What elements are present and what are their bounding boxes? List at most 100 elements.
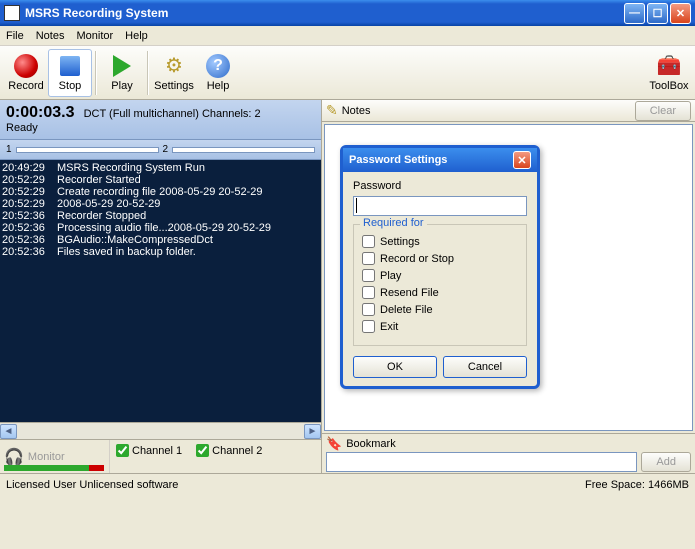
- settings-button[interactable]: Settings: [152, 49, 196, 97]
- channel2-label: Channel 2: [212, 445, 262, 457]
- stop-label: Stop: [59, 80, 82, 92]
- elapsed-time: 0:00:03.3: [6, 104, 75, 121]
- app-icon: ▪: [4, 5, 20, 21]
- notes-title: Notes: [342, 105, 371, 117]
- text-cursor: [356, 198, 357, 213]
- ch1-label: 1: [6, 144, 12, 155]
- req-play-checkbox[interactable]: Play: [362, 269, 518, 282]
- menu-file[interactable]: File: [6, 30, 24, 42]
- log-message: 2008-05-29 20-52-29: [57, 198, 160, 210]
- minimize-button[interactable]: —: [624, 3, 645, 24]
- menu-monitor[interactable]: Monitor: [76, 30, 113, 42]
- add-bookmark-button[interactable]: Add: [641, 452, 691, 472]
- password-input[interactable]: [353, 196, 527, 216]
- vu-meter: [4, 465, 104, 471]
- log-message: Create recording file 2008-05-29 20-52-2…: [57, 186, 262, 198]
- req-delete-checkbox[interactable]: Delete File: [362, 303, 518, 316]
- channel2-checkbox[interactable]: Channel 2: [196, 444, 262, 457]
- req-play-label: Play: [380, 270, 401, 282]
- req-exit-label: Exit: [380, 321, 398, 333]
- toolbar-separator: [147, 51, 149, 95]
- log-row[interactable]: 20:49:29MSRS Recording System Run: [2, 162, 319, 174]
- record-button[interactable]: Record: [4, 49, 48, 97]
- log-message: Files saved in backup folder.: [57, 246, 196, 258]
- log-message: BGAudio::MakeCompressedDct: [57, 234, 213, 246]
- channel1-label: Channel 1: [132, 445, 182, 457]
- stop-icon: [58, 54, 82, 78]
- dialog-title: Password Settings: [349, 154, 447, 166]
- maximize-button[interactable]: ☐: [647, 3, 668, 24]
- ready-status: Ready: [6, 122, 315, 134]
- log-message: Recorder Started: [57, 174, 141, 186]
- required-for-legend: Required for: [360, 217, 427, 229]
- statusbar: Licensed User Unlicensed software Free S…: [0, 473, 695, 495]
- monitor-box[interactable]: Monitor: [0, 440, 110, 473]
- log-message: Recorder Stopped: [57, 210, 146, 222]
- menubar: File Notes Monitor Help: [0, 26, 695, 46]
- ok-button[interactable]: OK: [353, 356, 437, 378]
- req-exit-checkbox[interactable]: Exit: [362, 320, 518, 333]
- license-status: Licensed User Unlicensed software: [6, 479, 178, 491]
- stop-button[interactable]: Stop: [48, 49, 92, 97]
- log-time: 20:49:29: [2, 162, 57, 174]
- channel-meters: 1 2: [0, 140, 321, 160]
- log-time: 20:52:29: [2, 174, 57, 186]
- log-row[interactable]: 20:52:36BGAudio::MakeCompressedDct: [2, 234, 319, 246]
- log-row[interactable]: 20:52:292008-05-29 20-52-29: [2, 198, 319, 210]
- window-title: MSRS Recording System: [25, 6, 624, 20]
- bookmark-input[interactable]: [326, 452, 637, 472]
- toolbox-icon: [657, 54, 681, 78]
- headphones-icon: [4, 447, 24, 467]
- toolbox-button[interactable]: ToolBox: [647, 49, 691, 97]
- req-resend-checkbox[interactable]: Resend File: [362, 286, 518, 299]
- record-icon: [14, 54, 38, 78]
- notes-header: Notes Clear: [322, 100, 695, 122]
- toolbar-separator: [95, 51, 97, 95]
- titlebar: ▪ MSRS Recording System — ☐ ✕: [0, 0, 695, 26]
- clear-button[interactable]: Clear: [635, 101, 691, 121]
- scroll-right-button[interactable]: ►: [304, 424, 321, 439]
- channel-checks: Channel 1 Channel 2: [110, 440, 321, 473]
- settings-icon: [162, 54, 186, 78]
- free-space: Free Space: 1466MB: [585, 479, 689, 491]
- close-button[interactable]: ✕: [670, 3, 691, 24]
- menu-help[interactable]: Help: [125, 30, 148, 42]
- log-row[interactable]: 20:52:36Recorder Stopped: [2, 210, 319, 222]
- log-time: 20:52:36: [2, 234, 57, 246]
- settings-label: Settings: [154, 80, 194, 92]
- ch2-label: 2: [163, 144, 169, 155]
- toolbar: Record Stop Play Settings ? Help ToolBox: [0, 46, 695, 100]
- req-settings-label: Settings: [380, 236, 420, 248]
- req-record-stop-checkbox[interactable]: Record or Stop: [362, 252, 518, 265]
- left-panel: 0:00:03.3 DCT (Full multichannel) Channe…: [0, 100, 322, 473]
- log-row[interactable]: 20:52:36Files saved in backup folder.: [2, 246, 319, 258]
- log-row[interactable]: 20:52:36Processing audio file...2008-05-…: [2, 222, 319, 234]
- bookmark-panel: Bookmark Add: [322, 433, 695, 473]
- log-time: 20:52:36: [2, 210, 57, 222]
- required-for-group: Required for Settings Record or Stop Pla…: [353, 224, 527, 346]
- play-button[interactable]: Play: [100, 49, 144, 97]
- req-record-stop-label: Record or Stop: [380, 253, 454, 265]
- log-time: 20:52:29: [2, 186, 57, 198]
- log-row[interactable]: 20:52:29Recorder Started: [2, 174, 319, 186]
- channel1-checkbox[interactable]: Channel 1: [116, 444, 182, 457]
- req-settings-checkbox[interactable]: Settings: [362, 235, 518, 248]
- log-hscroll[interactable]: ◄ ►: [0, 422, 321, 439]
- record-mode: DCT (Full multichannel) Channels: 2: [84, 108, 261, 120]
- dialog-titlebar[interactable]: Password Settings ✕: [343, 148, 537, 172]
- log-row[interactable]: 20:52:29Create recording file 2008-05-29…: [2, 186, 319, 198]
- help-button[interactable]: ? Help: [196, 49, 240, 97]
- ch2-track[interactable]: [172, 147, 315, 153]
- monitor-row: Monitor Channel 1 Channel 2: [0, 439, 321, 473]
- ch1-track[interactable]: [16, 147, 159, 153]
- event-log[interactable]: 20:49:29MSRS Recording System Run20:52:2…: [0, 160, 321, 422]
- dialog-close-button[interactable]: ✕: [513, 151, 531, 169]
- menu-notes[interactable]: Notes: [36, 30, 65, 42]
- cancel-button[interactable]: Cancel: [443, 356, 527, 378]
- bookmark-icon: [326, 436, 342, 452]
- help-icon: ?: [206, 54, 230, 78]
- scroll-left-button[interactable]: ◄: [0, 424, 17, 439]
- log-message: MSRS Recording System Run: [57, 162, 205, 174]
- log-message: Processing audio file...2008-05-29 20-52…: [57, 222, 271, 234]
- play-icon: [110, 54, 134, 78]
